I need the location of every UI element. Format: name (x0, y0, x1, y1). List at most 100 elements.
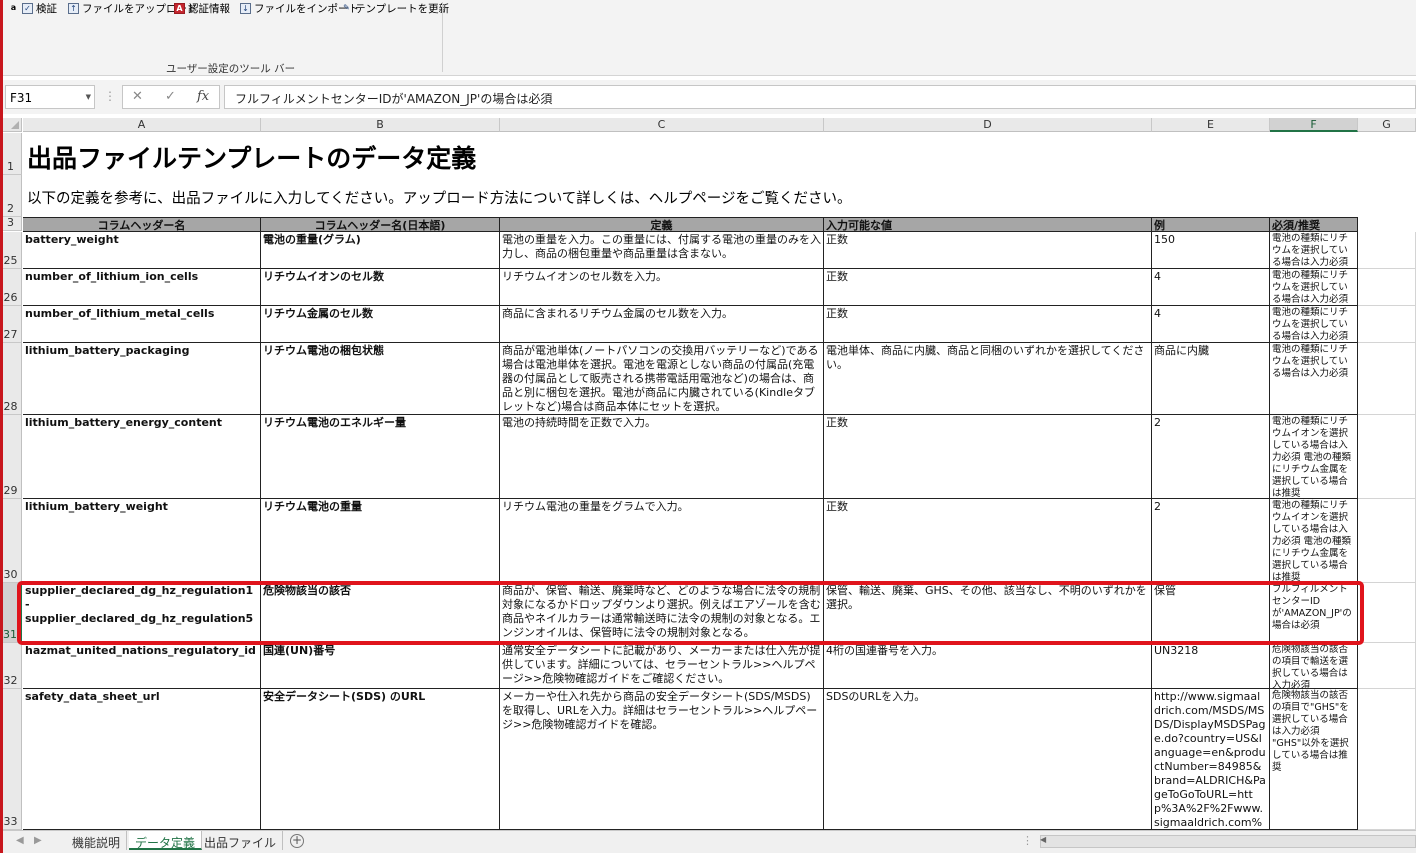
header-cell[interactable]: 定義 (500, 217, 824, 232)
table-cell-g[interactable] (1358, 343, 1416, 415)
row-header[interactable]: 32 (0, 643, 22, 689)
sheet-tab-functions[interactable]: 機能説明 (66, 831, 128, 850)
header-cell[interactable]: 入力可能な値 (824, 217, 1152, 232)
row-header[interactable]: 30 (0, 499, 22, 583)
table-cell-a[interactable]: hazmat_united_nations_regulatory_id (23, 643, 261, 689)
row-header[interactable]: 2 (0, 175, 22, 217)
row-header[interactable]: 25 (0, 232, 22, 269)
table-cell-g[interactable] (1358, 306, 1416, 343)
toolbar-credentials-button[interactable]: A 認証情報 (174, 1, 230, 15)
table-cell-d[interactable]: 正数 (824, 499, 1152, 583)
table-cell-f[interactable]: 電池の種類にリチウムを選択している場合は入力必須 (1270, 232, 1358, 269)
table-cell-f[interactable]: 電池の種類にリチウムイオンを選択している場合は入力必須 電池の種類にリチウム金属… (1270, 415, 1358, 499)
sheet-tab-listing-file[interactable]: 出品ファイル (198, 831, 284, 850)
table-cell-c[interactable]: 商品が電池単体(ノートパソコンの交換用バッテリーなど)である場合は電池単体を選択… (500, 343, 824, 415)
row-header[interactable]: 27 (0, 306, 22, 343)
table-cell-d[interactable]: 正数 (824, 415, 1152, 499)
table-cell-g[interactable] (1358, 269, 1416, 306)
horizontal-scrollbar[interactable] (1040, 835, 1416, 848)
table-cell-e[interactable]: 商品に内臓 (1152, 343, 1270, 415)
toolbar-update-button[interactable]: ✎ テンプレートを更新 (341, 1, 449, 15)
tab-scroll-left-icon[interactable]: ◀ (16, 835, 24, 846)
table-cell-f[interactable]: 電池の種類にリチウムを選択している場合は入力必須 (1270, 269, 1358, 306)
insert-function-icon[interactable]: fx (197, 89, 209, 104)
table-cell-e[interactable]: 2 (1152, 499, 1270, 583)
table-cell-e[interactable]: UN3218 (1152, 643, 1270, 689)
sheet-tab-data-definition[interactable]: データ定義 (129, 831, 203, 850)
table-cell-d[interactable]: 保管、輸送、廃棄、GHS、その他、該当なし、不明のいずれかを選択。 (824, 583, 1152, 643)
table-cell-b[interactable]: リチウム金属のセル数 (261, 306, 500, 343)
column-header-c[interactable]: C (500, 118, 824, 132)
header-cell[interactable]: コラムヘッダー名 (23, 217, 261, 232)
table-cell-g[interactable] (1358, 643, 1416, 689)
formula-bar-grip-icon[interactable]: ⋮ (104, 89, 116, 103)
table-cell-f[interactable]: 危険物該当の該否の項目で"GHS"を選択している場合は入力必須 "GHS"以外を… (1270, 689, 1358, 830)
header-cell[interactable]: コラムヘッダー名(日本語) (261, 217, 500, 232)
scrollbar-grip-icon[interactable]: ⋮ (1022, 834, 1033, 847)
sheet-title[interactable]: 出品ファイルテンプレートのデータ定義 (23, 133, 823, 173)
row-header[interactable]: 3 (0, 216, 22, 231)
table-cell-c[interactable]: 電池の持続時間を正数で入力。 (500, 415, 824, 499)
table-cell-e[interactable]: 4 (1152, 269, 1270, 306)
toolbar-validate-button[interactable]: a ✓ 検証 (8, 1, 57, 15)
table-cell-g[interactable] (1358, 499, 1416, 583)
table-cell-e[interactable]: 150 (1152, 232, 1270, 269)
row-header[interactable]: 1 (0, 133, 22, 175)
table-cell-f[interactable]: フルフィルメントセンターIDが'AMAZON_JP'の場合は必須 (1270, 583, 1358, 643)
enter-formula-icon[interactable]: ✓ (165, 89, 176, 104)
table-cell-g[interactable] (1358, 689, 1416, 830)
table-cell-a[interactable]: number_of_lithium_metal_cells (23, 306, 261, 343)
table-cell-f[interactable]: 電池の種類にリチウムを選択している場合は入力必須 (1270, 343, 1358, 415)
table-cell-e[interactable]: http://www.sigmaaldrich.com/MSDS/MSDS/Di… (1152, 689, 1270, 830)
table-cell-g[interactable] (1358, 232, 1416, 269)
table-cell-c[interactable]: 商品が、保管、輸送、廃棄時など、どのような場合に法令の規制対象になるかドロップダ… (500, 583, 824, 643)
table-cell-c[interactable]: メーカーや仕入れ先から商品の安全データシート(SDS/MSDS) を取得し、UR… (500, 689, 824, 830)
column-header-b[interactable]: B (261, 118, 500, 132)
table-cell-a[interactable]: battery_weight (23, 232, 261, 269)
row-header[interactable]: 28 (0, 343, 22, 415)
column-header-g[interactable]: G (1358, 118, 1416, 132)
table-cell-d[interactable]: 4桁の国連番号を入力。 (824, 643, 1152, 689)
table-cell-f[interactable]: 危険物該当の該否の項目で輸送を選択している場合は入力必須 (1270, 643, 1358, 689)
table-cell-b[interactable]: 国連(UN)番号 (261, 643, 500, 689)
cancel-formula-icon[interactable]: ✕ (132, 89, 143, 104)
header-cell[interactable]: 例 (1152, 217, 1270, 232)
table-cell-a[interactable]: number_of_lithium_ion_cells (23, 269, 261, 306)
table-cell-e[interactable]: 2 (1152, 415, 1270, 499)
table-cell-b[interactable]: 危険物該当の該否 (261, 583, 500, 643)
table-cell-f[interactable]: 電池の種類にリチウムイオンを選択している場合は入力必須 電池の種類にリチウム金属… (1270, 499, 1358, 583)
table-cell-a[interactable]: supplier_declared_dg_hz_regulation1 - su… (23, 583, 261, 643)
table-cell-g[interactable] (1358, 415, 1416, 499)
sheet-subtitle[interactable]: 以下の定義を参考に、出品ファイルに入力してください。アップロード方法について詳し… (23, 175, 1353, 215)
table-cell-b[interactable]: リチウム電池の梱包状態 (261, 343, 500, 415)
table-cell-b[interactable]: 電池の重量(グラム) (261, 232, 500, 269)
table-cell-a[interactable]: lithium_battery_packaging (23, 343, 261, 415)
table-cell-c[interactable]: 通常安全データシートに記載があり、メーカーまたは仕入先が提供しています。詳細につ… (500, 643, 824, 689)
column-header-d[interactable]: D (824, 118, 1152, 132)
name-box[interactable]: F31 ▼ (5, 85, 95, 109)
select-all-corner[interactable] (0, 118, 22, 132)
table-cell-g[interactable] (1358, 583, 1416, 643)
table-cell-e[interactable]: 保管 (1152, 583, 1270, 643)
table-cell-b[interactable]: リチウムイオンのセル数 (261, 269, 500, 306)
column-header-e[interactable]: E (1152, 118, 1270, 132)
table-cell-b[interactable]: 安全データシート(SDS) のURL (261, 689, 500, 830)
table-cell-c[interactable]: 電池の重量を入力。この重量には、付属する電池の重量のみを入力し、商品の梱包重量や… (500, 232, 824, 269)
table-cell-d[interactable]: 正数 (824, 269, 1152, 306)
table-cell-d[interactable]: 正数 (824, 306, 1152, 343)
header-cell[interactable]: 必須/推奨 (1270, 217, 1358, 232)
chevron-down-icon[interactable]: ▼ (86, 93, 91, 101)
table-cell-d[interactable]: 電池単体、商品に内臓、商品と同梱のいずれかを選択してください。 (824, 343, 1152, 415)
table-cell-b[interactable]: リチウム電池のエネルギー量 (261, 415, 500, 499)
row-header[interactable]: 33 (0, 689, 22, 830)
table-cell-c[interactable]: リチウム電池の重量をグラムで入力。 (500, 499, 824, 583)
add-sheet-icon[interactable]: + (290, 834, 304, 848)
table-cell-a[interactable]: lithium_battery_weight (23, 499, 261, 583)
table-cell-a[interactable]: safety_data_sheet_url (23, 689, 261, 830)
row-header[interactable]: 26 (0, 269, 22, 306)
table-cell-c[interactable]: 商品に含まれるリチウム金属のセル数を入力。 (500, 306, 824, 343)
tab-scroll-right-icon[interactable]: ▶ (34, 835, 42, 846)
table-cell-a[interactable]: lithium_battery_energy_content (23, 415, 261, 499)
table-cell-f[interactable]: 電池の種類にリチウムを選択している場合は入力必須 (1270, 306, 1358, 343)
formula-input[interactable]: フルフィルメントセンターIDが'AMAZON_JP'の場合は必須 (224, 85, 1416, 109)
